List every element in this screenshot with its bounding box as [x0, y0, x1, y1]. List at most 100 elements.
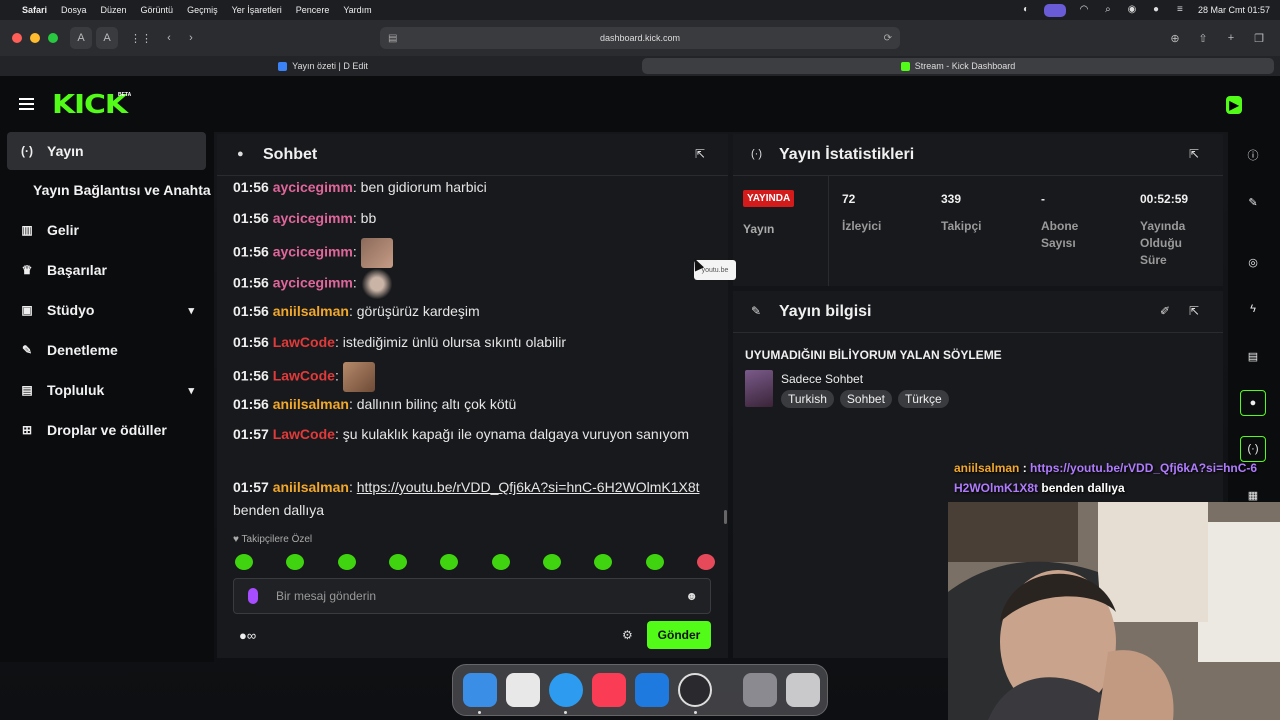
chevron-down-icon[interactable]: ▾	[188, 304, 194, 317]
sidebar-item-topluluk[interactable]: ▤ Topluluk ▾	[7, 371, 206, 409]
xcode-icon[interactable]	[635, 673, 669, 707]
menu-pencere[interactable]: Pencere	[296, 5, 330, 15]
text-smaller-button[interactable]: A	[70, 27, 92, 49]
kick-logo[interactable]: KICK	[52, 90, 128, 120]
edit-icon[interactable]: ✎	[1240, 189, 1266, 215]
kick-app-icon[interactable]: ▶	[1226, 96, 1242, 114]
zoom-window-button[interactable]	[48, 33, 58, 43]
msg-username[interactable]: LawCode	[273, 334, 335, 350]
document-icon[interactable]: ▤	[1240, 343, 1266, 369]
emote-icon[interactable]	[696, 554, 715, 570]
finder-icon[interactable]	[463, 673, 497, 707]
info-icon[interactable]: ⓘ	[1240, 142, 1266, 168]
lightning-icon[interactable]: ϟ	[1240, 296, 1266, 322]
sidebar-item-droplar[interactable]: ⊞ Droplar ve ödüller	[7, 411, 206, 449]
trash-icon[interactable]	[786, 673, 820, 707]
emote-icon[interactable]	[542, 554, 561, 570]
tab-label: Yayın özeti | D Edit	[292, 61, 368, 71]
minimize-window-button[interactable]	[30, 33, 40, 43]
reload-icon[interactable]: ⟳	[884, 33, 892, 44]
obs-icon[interactable]	[678, 673, 712, 707]
wrench-icon: ✎	[751, 304, 762, 318]
chat-scrollbar[interactable]	[724, 510, 727, 524]
camera-icon[interactable]: ◎	[1240, 249, 1266, 275]
msg-username[interactable]: aniilsalman	[273, 479, 349, 495]
sidebar-item-studyo[interactable]: ▣ Stüdyo ▾	[7, 291, 206, 329]
emote-icon[interactable]	[491, 554, 510, 570]
user-switch-icon[interactable]: ≡	[1174, 5, 1186, 15]
tag[interactable]: Turkish	[781, 390, 834, 408]
emote-icon[interactable]	[286, 554, 305, 570]
launchpad-icon[interactable]	[506, 673, 540, 707]
tag[interactable]: Türkçe	[897, 390, 949, 408]
tab-yayin-ozeti[interactable]: Yayın özeti | D Edit	[8, 58, 638, 74]
sidebar-item-stream-key[interactable]: Yayın Bağlantısı ve Anahta	[15, 171, 215, 209]
menu-gecmis[interactable]: Geçmiş	[187, 5, 218, 15]
focus-status-icon[interactable]	[1043, 3, 1066, 17]
emote-icon[interactable]	[440, 554, 459, 570]
msg-username[interactable]: aycicegimm	[273, 210, 353, 226]
msg-username[interactable]: aycicegimm	[273, 244, 353, 260]
msg-link[interactable]: https://youtu.be/rVDD_Qfj6kA?si=hnC-6H2W…	[357, 479, 700, 495]
msg-username[interactable]: LawCode	[273, 426, 335, 442]
back-icon[interactable]: ‹	[158, 27, 180, 49]
downloads-stack-icon[interactable]	[743, 673, 777, 707]
safari-icon[interactable]	[549, 673, 583, 707]
menu-app-safari[interactable]: Safari	[22, 5, 47, 15]
tab-kick-dashboard[interactable]: Stream - Kick Dashboard	[642, 58, 1274, 74]
share-icon[interactable]: ⇧	[1192, 27, 1214, 49]
send-button[interactable]: Gönder	[647, 621, 711, 649]
menu-duzen[interactable]: Düzen	[101, 5, 127, 15]
text-larger-button[interactable]: A	[96, 27, 118, 49]
microphone-icon[interactable]	[248, 588, 258, 604]
chat-settings-icon[interactable]: ⚙	[622, 628, 633, 642]
tab-overview-button-icon[interactable]: ❐	[1248, 27, 1270, 49]
emote-icon[interactable]	[645, 554, 664, 570]
screen-mirroring-icon[interactable]: ◐	[1020, 5, 1032, 15]
emote-icon[interactable]	[235, 554, 253, 570]
chat-icon[interactable]: ●	[1240, 390, 1266, 416]
menu-dosya[interactable]: Dosya	[61, 5, 87, 15]
spotlight-search-icon[interactable]: ⌕	[1102, 5, 1114, 15]
siri-icon[interactable]: ●	[1150, 5, 1162, 15]
emote-icon[interactable]	[388, 554, 407, 570]
forward-icon[interactable]: ›	[180, 27, 202, 49]
control-center-icon[interactable]: ◉	[1126, 5, 1138, 15]
sidebar-item-gelir[interactable]: ▥ Gelir	[7, 211, 206, 249]
downloads-icon[interactable]: ⊕	[1164, 27, 1186, 49]
new-tab-icon[interactable]: +	[1220, 27, 1242, 49]
emote-icon[interactable]	[337, 554, 356, 570]
emote-icon[interactable]	[594, 554, 613, 570]
tab-overview-icon[interactable]: ⋮⋮	[130, 27, 152, 49]
menu-goruntu[interactable]: Görüntü	[141, 5, 174, 15]
menu-icon[interactable]	[19, 98, 34, 110]
msg-username[interactable]: LawCode	[273, 368, 335, 384]
tag[interactable]: Sohbet	[839, 390, 892, 408]
edit-icon[interactable]: ✐	[1160, 304, 1170, 318]
sidebar-item-denetleme[interactable]: ✎ Denetleme	[7, 331, 206, 369]
chat-input[interactable]: Bir mesaj gönderin ☻	[233, 578, 711, 614]
msg-username[interactable]: aycicegimm	[273, 275, 353, 291]
wifi-icon[interactable]: ◠	[1078, 5, 1090, 15]
page-settings-icon[interactable]: ▤	[388, 33, 397, 44]
msg-username[interactable]: aniilsalman	[273, 396, 349, 412]
msg-username[interactable]: aniilsalman	[273, 303, 349, 319]
msg-username[interactable]: aycicegimm	[273, 179, 353, 195]
stats-header: (·) Yayın İstatistikleri ⇱	[733, 134, 1223, 176]
category-name[interactable]: Sadece Sohbet	[781, 372, 863, 386]
chevron-down-icon[interactable]: ▾	[188, 384, 194, 397]
menu-yardim[interactable]: Yardım	[343, 5, 371, 15]
sidebar-item-yayin[interactable]: (·) Yayın	[7, 132, 206, 170]
menubar-clock[interactable]: 28 Mar Cmt 01:57	[1198, 5, 1270, 15]
popout-icon[interactable]: ⇱	[1189, 304, 1199, 318]
chat-badges-icon[interactable]: ●∞	[239, 628, 256, 643]
sidebar-item-basarilar[interactable]: ♛ Başarılar	[7, 251, 206, 289]
close-window-button[interactable]	[12, 33, 22, 43]
category-thumbnail[interactable]	[745, 370, 773, 407]
music-icon[interactable]	[592, 673, 626, 707]
address-bar[interactable]: ▤ dashboard.kick.com ⟳	[380, 27, 900, 49]
menu-yer-isaretleri[interactable]: Yer İşaretleri	[232, 5, 282, 15]
popout-icon[interactable]: ⇱	[695, 147, 705, 161]
emoji-picker-icon[interactable]: ☻	[685, 589, 698, 603]
popout-icon[interactable]: ⇱	[1189, 147, 1199, 161]
